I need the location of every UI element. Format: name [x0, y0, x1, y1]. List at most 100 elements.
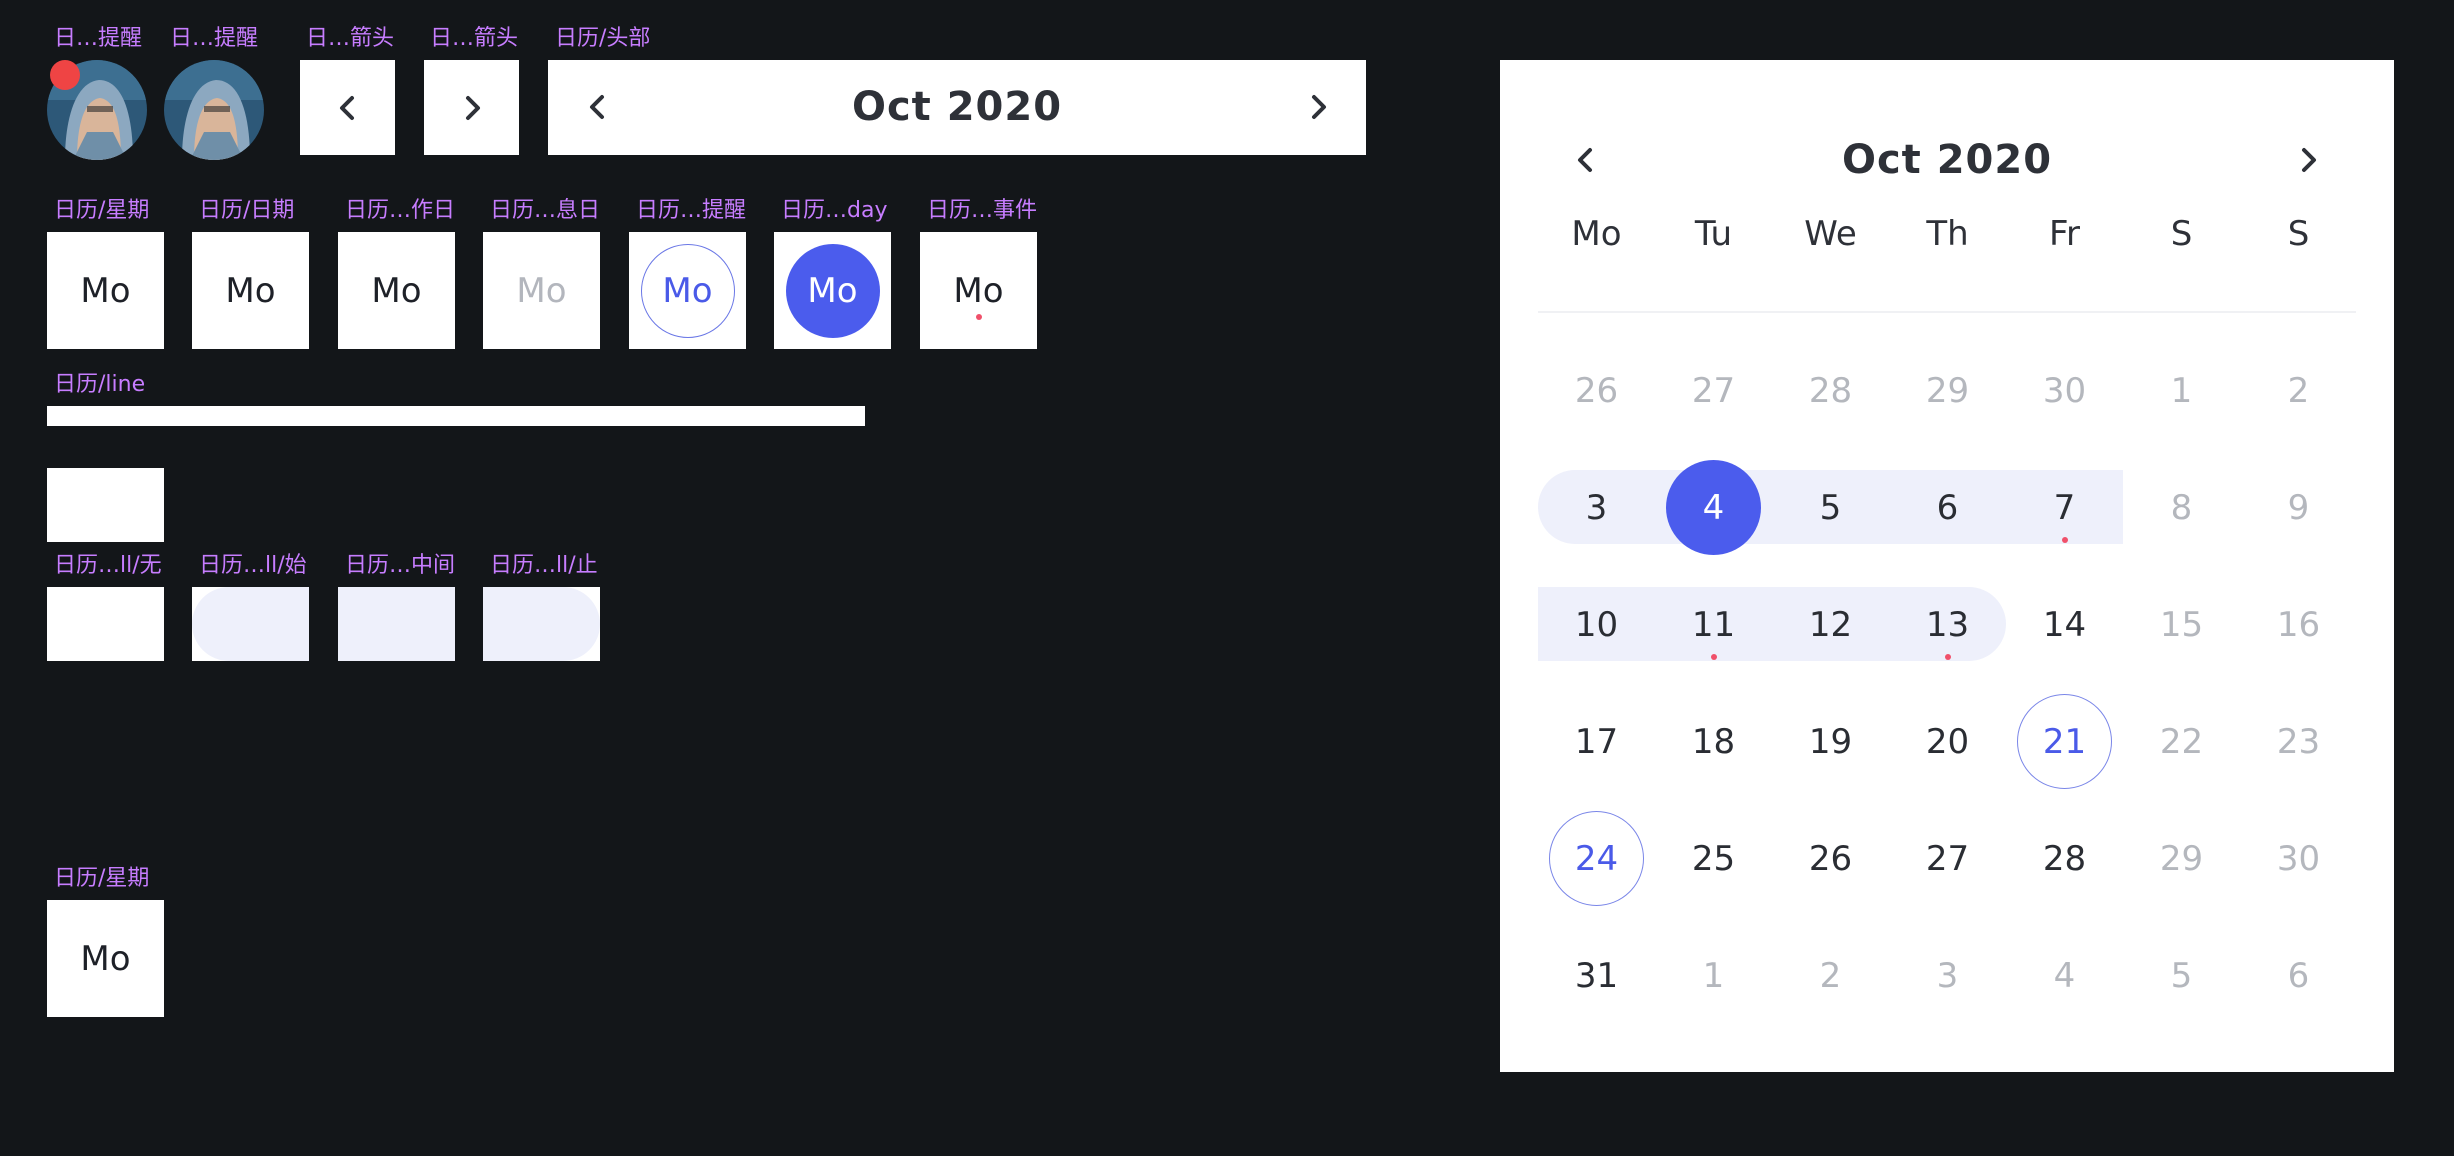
avatar-component: [164, 60, 264, 160]
label-restday: 日历…息日: [490, 198, 601, 223]
calendar-day[interactable]: 12: [1772, 566, 1889, 683]
calendar-day[interactable]: 30: [2006, 332, 2123, 449]
calendar-day[interactable]: 6: [2240, 917, 2357, 1034]
label-weekday: 日历/星期: [54, 198, 150, 223]
calendar-day[interactable]: 16: [2240, 566, 2357, 683]
range-middle-fill: [338, 587, 455, 661]
weekday-header: Mo: [1571, 214, 1622, 254]
calendar-day[interactable]: 25: [1655, 800, 1772, 917]
day-number: 27: [1691, 370, 1736, 411]
weekday-header: We: [1804, 214, 1857, 254]
calendar-day[interactable]: 24: [1538, 800, 1655, 917]
calendar-day[interactable]: 2: [1772, 917, 1889, 1034]
header-title: Oct 2020: [851, 84, 1063, 130]
calendar-day[interactable]: 28: [2006, 800, 2123, 917]
label-arrow-right: 日…箭头: [430, 26, 519, 51]
label-arrow-left: 日…箭头: [306, 26, 395, 51]
calendar-day[interactable]: 27: [1655, 332, 1772, 449]
calendar-title: Oct 2020: [1841, 137, 2053, 183]
calendar-day[interactable]: 13: [1889, 566, 2006, 683]
day-number: 28: [2042, 838, 2087, 879]
day-number: 28: [1808, 370, 1853, 411]
date-cell[interactable]: Mo: [192, 232, 309, 349]
day-number: 3: [1936, 955, 1959, 996]
calendar-day[interactable]: 1: [2123, 332, 2240, 449]
next-arrow-button[interactable]: [424, 60, 519, 155]
calendar-day[interactable]: 4: [2006, 917, 2123, 1034]
day-number: 5: [2170, 955, 2193, 996]
label-range-none: 日历…ll/无: [54, 553, 162, 578]
today-cell[interactable]: Mo: [774, 232, 891, 349]
calendar-day[interactable]: 2: [2240, 332, 2357, 449]
label-weekday-2: 日历/星期: [54, 866, 150, 891]
calendar-day[interactable]: 26: [1772, 800, 1889, 917]
label-today: 日历…day: [781, 198, 888, 223]
range-middle-cell: [338, 587, 455, 661]
calendar-header-component: Oct 2020: [548, 60, 1366, 155]
calendar-next-button[interactable]: [2288, 140, 2328, 180]
day-number: 14: [2042, 604, 2087, 645]
calendar-day[interactable]: 5: [1772, 449, 1889, 566]
calendar-day[interactable]: 10: [1538, 566, 1655, 683]
calendar-day[interactable]: 26: [1538, 332, 1655, 449]
reminder-text: Mo: [662, 270, 713, 311]
day-number: 23: [2276, 721, 2321, 762]
range-end-fill: [483, 587, 600, 661]
calendar-day[interactable]: 15: [2123, 566, 2240, 683]
day-number: 2: [2287, 370, 2310, 411]
label-range-middle: 日历…中间: [345, 553, 456, 578]
range-start-fill: [192, 587, 309, 661]
calendar-day[interactable]: 29: [1889, 332, 2006, 449]
avatar-reminder-component: [47, 60, 147, 160]
calendar-day[interactable]: 11: [1655, 566, 1772, 683]
calendar-day[interactable]: 1: [1655, 917, 1772, 1034]
label-reminder: 日历…提醒: [636, 198, 747, 223]
calendar-day[interactable]: 18: [1655, 683, 1772, 800]
calendar-day[interactable]: 17: [1538, 683, 1655, 800]
label-range-start: 日历…ll/始: [199, 553, 307, 578]
calendar-day[interactable]: 6: [1889, 449, 2006, 566]
event-text: Mo: [953, 270, 1004, 311]
calendar-day[interactable]: 31: [1538, 917, 1655, 1034]
calendar-day[interactable]: 30: [2240, 800, 2357, 917]
calendar-day[interactable]: 19: [1772, 683, 1889, 800]
day-number: 4: [1702, 487, 1725, 528]
restday-text: Mo: [516, 270, 567, 311]
header-divider: [1538, 311, 2356, 313]
calendar-day[interactable]: 14: [2006, 566, 2123, 683]
calendar-day[interactable]: 28: [1772, 332, 1889, 449]
reminder-badge: [50, 60, 80, 90]
prev-arrow-button[interactable]: [300, 60, 395, 155]
weekday-header: S: [2170, 214, 2193, 254]
calendar-day[interactable]: 5: [2123, 917, 2240, 1034]
chevron-right-icon: [465, 95, 480, 120]
calendar-day[interactable]: 8: [2123, 449, 2240, 566]
day-number: 30: [2042, 370, 2087, 411]
calendar-day[interactable]: 22: [2123, 683, 2240, 800]
calendar-day[interactable]: 21: [2006, 683, 2123, 800]
restday-cell[interactable]: Mo: [483, 232, 600, 349]
calendar-day[interactable]: 27: [1889, 800, 2006, 917]
avatar[interactable]: [164, 60, 264, 160]
workday-cell[interactable]: Mo: [338, 232, 455, 349]
day-number: 26: [1574, 370, 1619, 411]
calendar-day[interactable]: 9: [2240, 449, 2357, 566]
reminder-cell[interactable]: Mo: [629, 232, 746, 349]
day-number: 21: [2042, 721, 2087, 762]
day-number: 1: [2170, 370, 2193, 411]
calendar-day[interactable]: 7: [2006, 449, 2123, 566]
calendar-day[interactable]: 29: [2123, 800, 2240, 917]
calendar-day[interactable]: 3: [1889, 917, 2006, 1034]
calendar-day[interactable]: 23: [2240, 683, 2357, 800]
calendar-day[interactable]: 4: [1655, 449, 1772, 566]
calendar-day[interactable]: 20: [1889, 683, 2006, 800]
day-number: 8: [2170, 487, 2193, 528]
event-dot: [1711, 654, 1717, 660]
day-number: 20: [1925, 721, 1970, 762]
label-avatar-reminder-2: 日…提醒: [170, 26, 259, 51]
event-cell[interactable]: Mo: [920, 232, 1037, 349]
weekday-header: Tu: [1694, 214, 1733, 254]
day-number: 13: [1925, 604, 1970, 645]
calendar-day[interactable]: 3: [1538, 449, 1655, 566]
header-next-button[interactable]: [1298, 87, 1338, 127]
